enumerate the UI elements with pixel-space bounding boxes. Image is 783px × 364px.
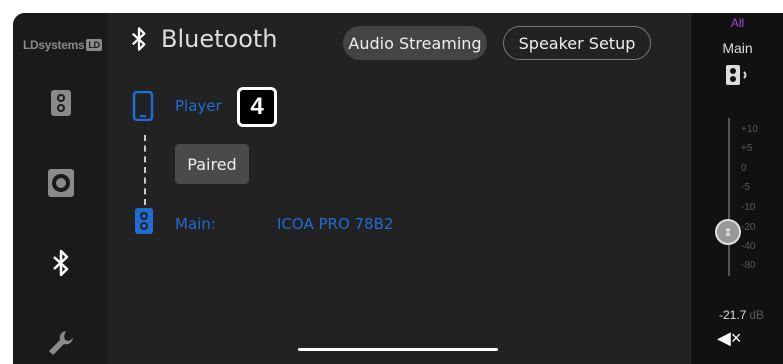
mixer-panel: All Main +10 +5 0 -5 -10 -20 -40 -80 ⇕ -… bbox=[690, 13, 783, 364]
scale-tick: +10 bbox=[741, 124, 758, 135]
step-badge: 4 bbox=[237, 87, 277, 127]
target-label: Main: bbox=[175, 215, 216, 233]
subwoofer-icon bbox=[47, 169, 74, 197]
volume-slider-track[interactable] bbox=[728, 118, 730, 276]
app-frame: LDsystems LD Bluetooth Audio Streaming S… bbox=[13, 13, 783, 364]
source-label: Player bbox=[175, 97, 222, 115]
home-indicator[interactable] bbox=[298, 348, 498, 351]
scale-tick: -20 bbox=[741, 222, 756, 233]
scale-tick: -10 bbox=[741, 202, 756, 213]
bluetooth-icon bbox=[52, 249, 68, 277]
speaker-sound-icon bbox=[726, 65, 747, 85]
group-label[interactable]: All bbox=[691, 16, 783, 30]
scale-tick: -5 bbox=[741, 182, 750, 193]
phone-icon bbox=[132, 91, 154, 121]
sidebar-item-main-speaker[interactable] bbox=[13, 68, 108, 138]
scale-tick: -40 bbox=[741, 241, 756, 252]
status-badge: Paired bbox=[175, 144, 249, 184]
scale-tick: +5 bbox=[741, 143, 753, 154]
volume-slider-handle[interactable]: ⇕ bbox=[715, 219, 741, 245]
title-text: Bluetooth bbox=[161, 25, 278, 53]
sidebar: LDsystems LD bbox=[13, 13, 108, 364]
wrench-icon bbox=[48, 331, 73, 355]
sidebar-item-settings[interactable] bbox=[13, 308, 108, 364]
scale-tick: 0 bbox=[741, 163, 747, 174]
speaker-icon bbox=[135, 208, 153, 234]
bluetooth-title-icon bbox=[132, 27, 146, 51]
connection-line bbox=[144, 135, 146, 205]
tab-audio-streaming[interactable]: Audio Streaming bbox=[343, 26, 487, 60]
target-device-name[interactable]: ICOA PRO 78B2 bbox=[277, 215, 393, 233]
tab-speaker-setup[interactable]: Speaker Setup bbox=[503, 26, 651, 60]
sidebar-item-bluetooth[interactable] bbox=[13, 228, 108, 298]
mute-icon[interactable]: ◀× bbox=[717, 328, 741, 349]
channel-label: Main bbox=[722, 40, 753, 56]
scale-tick: -80 bbox=[741, 260, 756, 271]
level-readout: -21.7 dB bbox=[719, 308, 765, 322]
brand-logo: LDsystems LD bbox=[23, 38, 102, 52]
speaker-column-icon bbox=[50, 90, 71, 116]
page-title: Bluetooth bbox=[131, 25, 278, 53]
sidebar-item-subwoofer[interactable] bbox=[13, 148, 108, 218]
